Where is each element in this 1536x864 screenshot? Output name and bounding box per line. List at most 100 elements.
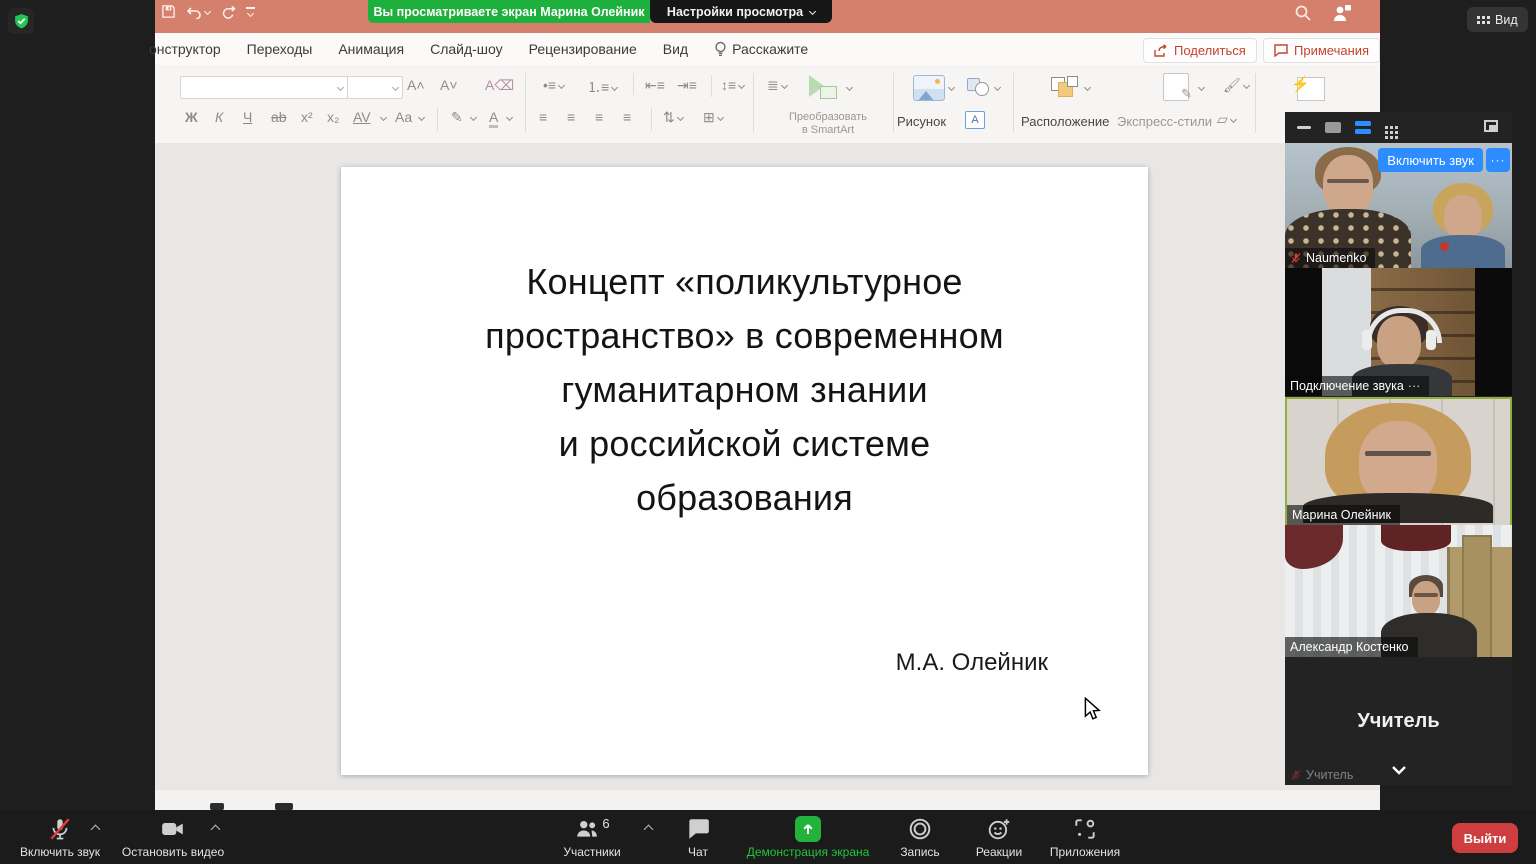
character-spacing-chevron[interactable] — [380, 114, 387, 121]
unmute-control[interactable]: Включить звук — [18, 816, 102, 859]
align-left-button[interactable]: ≡ — [539, 109, 547, 125]
presenter-account-icon[interactable] — [1332, 4, 1352, 22]
shapes-icon[interactable] — [967, 78, 989, 96]
record-control[interactable]: Запись — [890, 816, 950, 859]
increase-indent-button[interactable]: ⇥≡ — [677, 77, 697, 94]
participant-video-tile[interactable]: Включить звук ··· Naumenko — [1285, 143, 1512, 268]
align-right-button[interactable]: ≡ — [595, 109, 603, 125]
share-button[interactable]: Поделиться — [1143, 38, 1257, 63]
customize-qat-button[interactable] — [246, 7, 255, 16]
tab-tell-me[interactable]: Расскажите — [714, 41, 808, 57]
leave-meeting-button[interactable]: Выйти — [1452, 823, 1518, 853]
security-shield-icon[interactable] — [8, 8, 34, 34]
participant-video-tile[interactable]: Александр Костенко — [1285, 525, 1512, 657]
undo-button[interactable] — [186, 5, 210, 19]
participant-video-tile[interactable]: Подключение звука ··· — [1285, 268, 1512, 396]
underline-button[interactable]: Ч — [243, 109, 252, 125]
meeting-toolbar: Включить звук Остановить видео 6 Участни — [0, 810, 1536, 864]
grid-view-icon[interactable] — [1385, 126, 1388, 129]
chat-control[interactable]: Чат — [668, 816, 728, 859]
grow-font-button[interactable]: A˄ — [407, 77, 425, 93]
smartart-chevron[interactable] — [846, 84, 853, 91]
tab-animation[interactable]: Анимация — [338, 41, 404, 57]
line-spacing-button[interactable]: ↕≡ — [721, 77, 744, 93]
view-settings-dropdown[interactable]: Настройки просмотра — [650, 0, 832, 23]
apps-icon — [1072, 816, 1098, 842]
design-ideas-icon[interactable] — [1297, 77, 1325, 101]
stop-video-control[interactable]: Остановить видео — [118, 816, 228, 859]
smartart-label[interactable]: Преобразоватьв SmartArt — [773, 111, 883, 137]
shapes-chevron[interactable] — [994, 84, 1001, 91]
decrease-indent-button[interactable]: ⇤≡ — [645, 77, 665, 94]
textbox-icon[interactable]: A — [965, 111, 985, 129]
tab-transitions[interactable]: Переходы — [247, 41, 313, 57]
quick-styles-label[interactable]: Экспресс-стили — [1117, 115, 1212, 128]
arrange-chevron[interactable] — [1084, 84, 1091, 91]
font-color-chevron[interactable] — [506, 114, 513, 121]
bullets-button[interactable]: •≡ — [543, 77, 564, 93]
ask-to-unmute-button[interactable]: Включить звук — [1378, 148, 1483, 172]
screen-share-control[interactable]: Демонстрация экрана — [742, 816, 874, 859]
clear-formatting-button[interactable]: A⌫ — [485, 77, 514, 94]
insert-picture-icon[interactable] — [913, 75, 945, 101]
tab-slideshow[interactable]: Слайд-шоу — [430, 41, 503, 57]
shape-effects-button[interactable]: ▱ — [1217, 111, 1236, 128]
align-center-button[interactable]: ≡ — [567, 109, 575, 125]
justify-button[interactable]: ≡ — [623, 109, 631, 125]
picture-chevron[interactable] — [948, 84, 955, 91]
redo-icon[interactable] — [220, 4, 236, 19]
camera-icon — [159, 816, 187, 842]
video-sidebar: Включить звук ··· Naumenko — [1285, 112, 1512, 785]
more-options-button[interactable]: ··· — [1486, 148, 1510, 172]
reactions-control[interactable]: Реакции — [966, 816, 1032, 859]
arrange-label[interactable]: Расположение — [1021, 115, 1109, 128]
tab-view[interactable]: Вид — [663, 41, 688, 57]
apps-control[interactable]: Приложения — [1042, 816, 1128, 859]
quick-styles-chevron[interactable] — [1198, 84, 1205, 91]
highlight-color-button[interactable]: ✎ — [451, 109, 463, 126]
smartart-icon[interactable] — [807, 75, 837, 99]
shield-check-icon — [13, 13, 30, 30]
strikethrough-button[interactable]: ab — [271, 109, 287, 125]
ribbon: A˄ A˅ A⌫ •≡ ⒈≡ ⇤≡ ⇥≡ ↕≡ ≣ Ж К Ч ab x² x₂… — [155, 65, 1380, 144]
save-icon[interactable] — [161, 4, 176, 19]
text-direction-button[interactable]: ⇅ — [663, 109, 683, 126]
superscript-button[interactable]: x² — [301, 109, 313, 125]
search-icon[interactable] — [1294, 4, 1312, 22]
participants-options-chevron[interactable] — [644, 825, 654, 835]
shape-fill-button[interactable]: 🖌 — [1223, 77, 1249, 94]
quick-styles-icon[interactable] — [1163, 73, 1189, 101]
participants-control[interactable]: 6 Участники — [552, 816, 632, 859]
font-color-button[interactable]: A — [489, 109, 498, 128]
popout-panel-icon[interactable] — [1484, 120, 1498, 132]
slide-title: Концепт «поликультурное пространство» в … — [341, 255, 1148, 525]
change-case-button[interactable]: Aa — [395, 109, 412, 125]
subscript-button[interactable]: x₂ — [327, 109, 339, 125]
arrange-icon[interactable] — [1051, 74, 1077, 100]
align-text-button[interactable]: ⊞ — [703, 109, 723, 126]
comments-button[interactable]: Примечания — [1263, 38, 1380, 63]
highlight-chevron[interactable] — [470, 114, 477, 121]
speaker-view-icon[interactable] — [1325, 122, 1341, 133]
bold-button[interactable]: Ж — [185, 109, 198, 125]
participant-name-label: Учитель — [1285, 765, 1362, 785]
undo-dropdown-chevron[interactable] — [204, 8, 211, 15]
shrink-font-button[interactable]: A˅ — [440, 77, 458, 93]
columns-button[interactable]: ≣ — [767, 77, 787, 94]
participant-video-tile-active[interactable]: Марина Олейник — [1285, 397, 1512, 527]
picture-label[interactable]: Рисунок — [897, 115, 946, 128]
tab-review[interactable]: Рецензирование — [529, 41, 637, 57]
minimize-videos-icon[interactable] — [1297, 126, 1311, 129]
character-spacing-button[interactable]: AV — [353, 109, 371, 125]
gallery-strip-view-icon[interactable] — [1355, 121, 1371, 134]
font-size-combobox[interactable] — [347, 76, 403, 99]
view-button[interactable]: Вид — [1467, 7, 1528, 32]
collapse-videos-chevron[interactable] — [1389, 763, 1409, 781]
change-case-chevron[interactable] — [418, 114, 425, 121]
slide-canvas[interactable]: Концепт «поликультурное пространство» в … — [341, 167, 1148, 775]
font-name-combobox[interactable] — [180, 76, 348, 99]
participant-video-tile-novideo[interactable]: Учитель Учитель — [1285, 657, 1512, 785]
tab-constructor[interactable]: онструктор — [149, 41, 221, 57]
numbering-button[interactable]: ⒈≡ — [587, 77, 617, 97]
italic-button[interactable]: К — [215, 109, 223, 125]
